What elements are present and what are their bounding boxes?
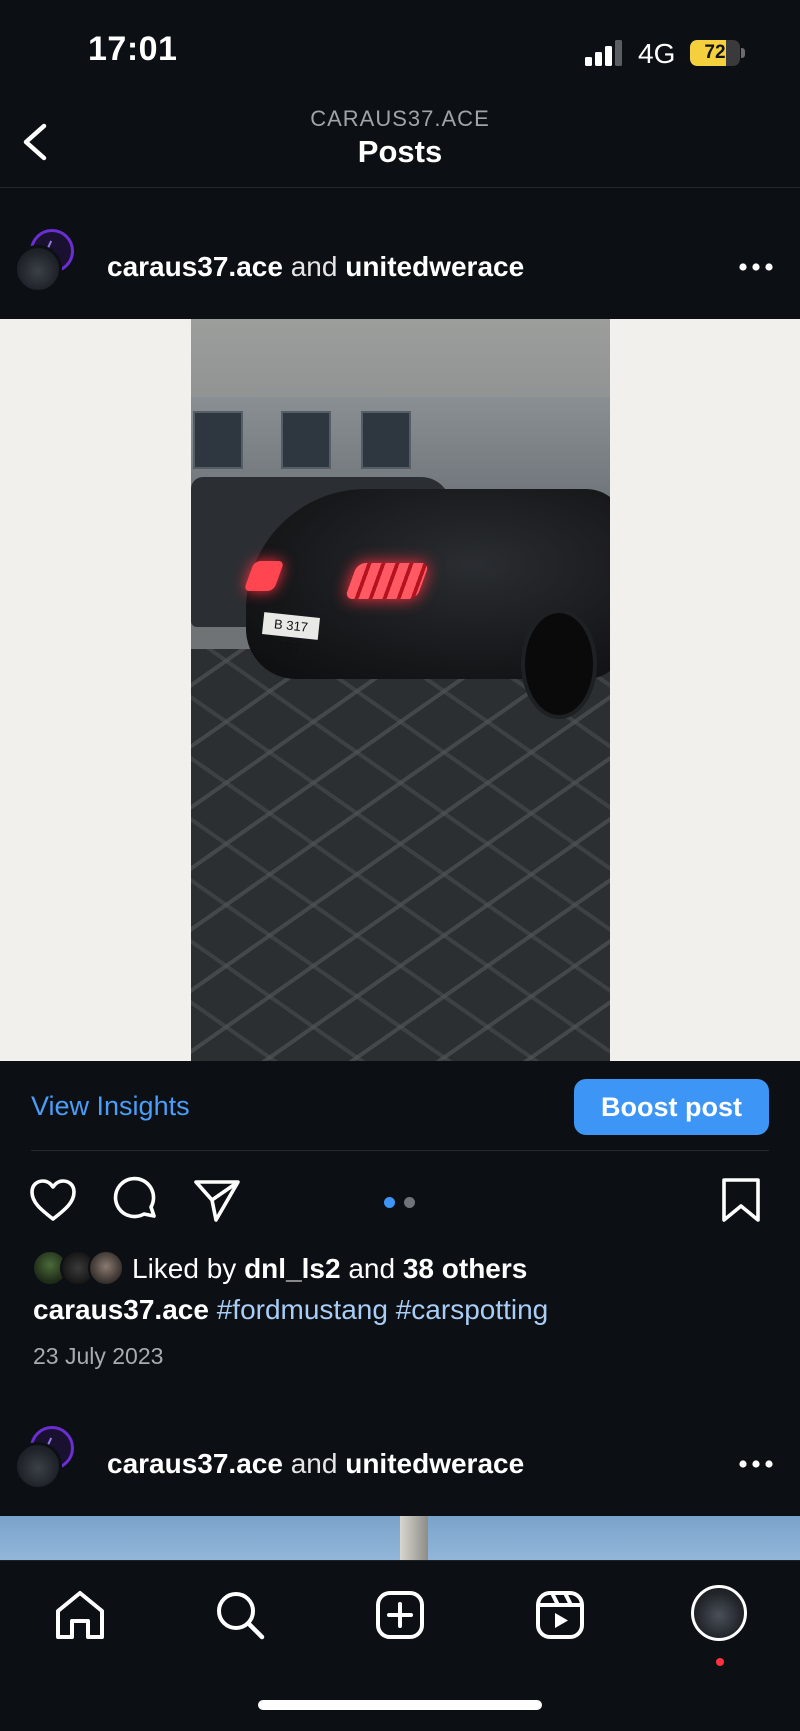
post-authors: caraus37.ace and unitedwerace: [107, 251, 524, 283]
collaborator-username[interactable]: unitedwerace: [345, 1448, 524, 1479]
likes-summary: Liked by dnl_ls2 and 38 others: [132, 1253, 527, 1285]
carousel-dot: [404, 1197, 415, 1208]
likes-prefix: Liked by: [132, 1253, 237, 1284]
bookmark-icon[interactable]: [716, 1176, 766, 1226]
post-authors: caraus37.ace and unitedwerace: [107, 1448, 524, 1480]
post-date: 23 July 2023: [33, 1343, 164, 1369]
liker-username[interactable]: dnl_ls2: [244, 1253, 340, 1284]
view-insights-link[interactable]: View Insights: [31, 1091, 190, 1122]
post-actions: [0, 1170, 800, 1230]
home-icon[interactable]: [52, 1587, 108, 1643]
boost-post-button[interactable]: Boost post: [574, 1079, 769, 1135]
collab-avatar[interactable]: [14, 1426, 84, 1496]
cellular-signal-icon: [585, 40, 622, 66]
liker-avatar: [88, 1250, 124, 1286]
next-post-header: caraus37.ace and unitedwerace: [0, 1426, 800, 1510]
network-type: 4G: [638, 38, 676, 69]
insights-row: View Insights Boost post: [31, 1061, 769, 1151]
hashtag[interactable]: #fordmustang: [217, 1294, 388, 1325]
and-text: and: [290, 1448, 338, 1479]
collab-avatar[interactable]: [14, 229, 84, 299]
caption-username[interactable]: caraus37.ace: [33, 1294, 209, 1325]
likes-row[interactable]: Liked by dnl_ls2 and 38 others: [32, 1250, 772, 1290]
header-username: CARAUS37.ACE: [310, 106, 490, 131]
battery-level: 72: [704, 42, 726, 63]
search-icon[interactable]: [212, 1587, 268, 1643]
page-title: Posts: [357, 134, 443, 169]
author-avatar: [14, 245, 62, 293]
status-bar: 17:01 4G 72: [0, 0, 800, 110]
comment-icon[interactable]: [110, 1176, 160, 1226]
likes-connector: and: [348, 1253, 396, 1284]
share-icon[interactable]: [192, 1176, 242, 1226]
collaborator-username[interactable]: unitedwerace: [345, 251, 524, 282]
ellipsis-icon[interactable]: [736, 1444, 776, 1484]
heart-icon[interactable]: [28, 1176, 78, 1226]
profile-avatar[interactable]: [691, 1585, 747, 1641]
author-avatar: [14, 1442, 62, 1490]
reels-icon[interactable]: [532, 1587, 588, 1643]
post-photo: B 317 TRT: [191, 319, 610, 1061]
author-username[interactable]: caraus37.ace: [107, 1448, 283, 1479]
page-header: CARAUS37.ACE Posts: [0, 100, 800, 188]
post-caption: caraus37.ace #fordmustang #carspotting: [33, 1294, 548, 1326]
ellipsis-icon[interactable]: [736, 247, 776, 287]
battery-icon: 72: [690, 40, 745, 66]
and-text: and: [290, 251, 338, 282]
post-media[interactable]: B 317 TRT: [0, 319, 800, 1061]
status-time: 17:01: [88, 30, 178, 68]
author-username[interactable]: caraus37.ace: [107, 251, 283, 282]
likes-others[interactable]: 38 others: [403, 1253, 528, 1284]
create-icon[interactable]: [372, 1587, 428, 1643]
carousel-dot-active: [384, 1197, 395, 1208]
next-post-media[interactable]: [0, 1516, 800, 1560]
post-header: caraus37.ace and unitedwerace: [0, 229, 800, 313]
notification-dot: [716, 1658, 724, 1666]
hashtag[interactable]: #carspotting: [396, 1294, 549, 1325]
home-indicator: [258, 1700, 542, 1710]
